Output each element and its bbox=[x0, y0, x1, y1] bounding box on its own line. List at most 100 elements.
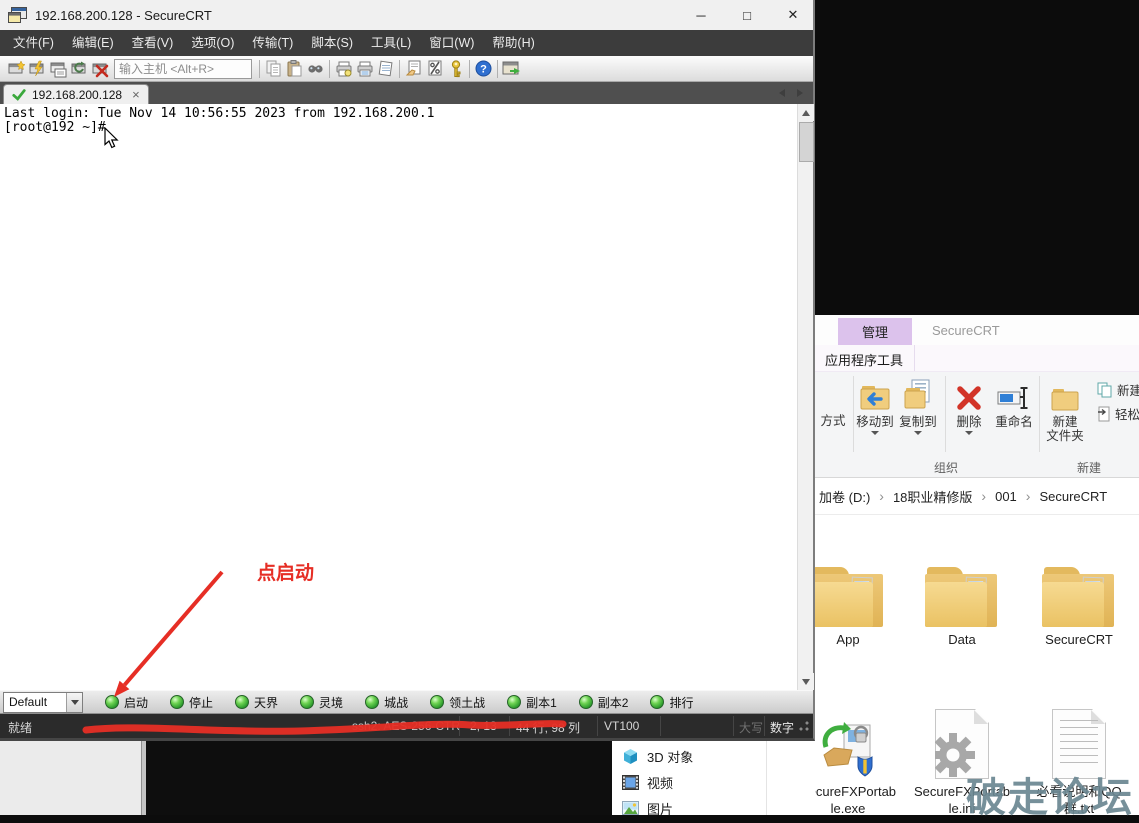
mapped-button-tianjie[interactable]: 天界 bbox=[235, 694, 278, 711]
status-caps-lock: 大写 bbox=[739, 719, 763, 736]
window-title: 192.168.200.128 - SecureCRT bbox=[35, 8, 212, 23]
nav-item-videos[interactable]: 视频 bbox=[622, 771, 673, 793]
copy-to-label: 复制到 bbox=[896, 415, 940, 429]
breadcrumb-item-001[interactable]: 001 bbox=[995, 489, 1017, 504]
ribbon-partial-label: 方式 bbox=[815, 410, 855, 429]
nav-item-pictures[interactable]: 图片 bbox=[622, 797, 673, 819]
scroll-up-button[interactable] bbox=[798, 104, 814, 121]
mapped-button-fuben2[interactable]: 副本2 bbox=[579, 694, 629, 711]
folder-item-securecrt[interactable]: SecureCRT bbox=[1024, 541, 1134, 648]
delete-icon bbox=[955, 384, 983, 412]
menu-transfer[interactable]: 传输(T) bbox=[243, 30, 302, 56]
connect-button[interactable] bbox=[47, 58, 68, 79]
help-button[interactable]: ? bbox=[473, 58, 494, 79]
menu-help[interactable]: 帮助(H) bbox=[483, 30, 543, 56]
easy-access-button[interactable]: 轻松访 bbox=[1097, 404, 1139, 423]
session-manager-button[interactable] bbox=[501, 58, 522, 79]
new-folder-button[interactable]: 新建文件夹 bbox=[1041, 376, 1089, 443]
mapped-button-lingjing[interactable]: 灵境 bbox=[300, 694, 343, 711]
button-bar-profile-select[interactable]: Default bbox=[3, 692, 83, 713]
ribbon-tab-manage[interactable]: 管理 bbox=[838, 318, 912, 345]
maximize-button[interactable]: □ bbox=[724, 0, 770, 30]
application-tools-label: 应用程序工具 bbox=[825, 350, 903, 369]
folder-item-data[interactable]: Data bbox=[907, 541, 1017, 648]
host-input[interactable] bbox=[114, 59, 252, 79]
print-button[interactable] bbox=[375, 58, 396, 79]
breadcrumb-item-securecrt[interactable]: SecureCRT bbox=[1039, 489, 1107, 504]
file-item-exe[interactable]: SecureFXPortable.exe bbox=[815, 693, 903, 815]
move-to-icon bbox=[859, 380, 891, 412]
menu-edit[interactable]: 编辑(E) bbox=[63, 30, 123, 56]
mapped-button-start[interactable]: 启动 bbox=[105, 694, 148, 711]
print-setup-button[interactable] bbox=[333, 58, 354, 79]
script-button[interactable] bbox=[424, 58, 445, 79]
green-orb-icon bbox=[430, 695, 444, 709]
combo-dropdown-button[interactable] bbox=[66, 693, 82, 712]
tab-bar: 192.168.200.128 × bbox=[0, 82, 813, 104]
menu-tools[interactable]: 工具(L) bbox=[362, 30, 420, 56]
mapped-button-paihang[interactable]: 排行 bbox=[650, 694, 693, 711]
breadcrumb[interactable]: 加卷 (D:) › 18职业精修版 › 001 › SecureCRT bbox=[815, 478, 1139, 515]
new-item-button[interactable]: 新建项 bbox=[1097, 380, 1139, 399]
quick-connect-button[interactable] bbox=[26, 58, 47, 79]
tab-close-icon[interactable]: × bbox=[132, 87, 140, 102]
key-button[interactable] bbox=[445, 58, 466, 79]
folder-label: App bbox=[815, 631, 903, 648]
mapped-button-lingtuzhan[interactable]: 领土战 bbox=[430, 694, 485, 711]
ribbon-contextual-header: 应用程序工具 bbox=[815, 345, 1139, 372]
breadcrumb-chevron-icon: › bbox=[1026, 488, 1031, 504]
scrollbar-thumb[interactable] bbox=[799, 122, 814, 162]
disconnect-button[interactable] bbox=[89, 58, 110, 79]
rename-icon bbox=[996, 384, 1032, 412]
status-ready: 就绪 bbox=[8, 719, 32, 736]
breadcrumb-item-folder[interactable]: 18职业精修版 bbox=[893, 487, 972, 506]
move-to-button[interactable]: 移动到 bbox=[853, 376, 897, 435]
minimize-button[interactable]: ─ bbox=[678, 0, 724, 30]
mapped-button-fuben1[interactable]: 副本1 bbox=[507, 694, 557, 711]
green-orb-icon bbox=[235, 695, 249, 709]
copy-to-button[interactable]: 复制到 bbox=[896, 376, 940, 435]
scroll-down-button[interactable] bbox=[798, 673, 814, 690]
nav-pane-divider bbox=[766, 741, 767, 815]
delete-button[interactable]: 删除 bbox=[947, 376, 991, 435]
terminal-scrollbar[interactable] bbox=[797, 104, 813, 690]
toolbar-separator bbox=[399, 60, 400, 78]
menu-window[interactable]: 窗口(W) bbox=[420, 30, 483, 56]
terminal-screen[interactable]: Last login: Tue Nov 14 10:56:55 2023 fro… bbox=[0, 104, 797, 690]
green-orb-icon bbox=[650, 695, 664, 709]
mapped-button-stop[interactable]: 停止 bbox=[170, 694, 213, 711]
chevron-down-icon bbox=[965, 431, 973, 435]
status-separator bbox=[509, 716, 510, 736]
delete-label: 删除 bbox=[947, 415, 991, 429]
tab-scroll-left-icon[interactable] bbox=[779, 89, 785, 97]
menu-view[interactable]: 查看(V) bbox=[123, 30, 183, 56]
mapped-button-chengzhan[interactable]: 城战 bbox=[365, 694, 408, 711]
toolbar-separator bbox=[329, 60, 330, 78]
print-preview-button[interactable] bbox=[354, 58, 375, 79]
copy-button[interactable] bbox=[263, 58, 284, 79]
pictures-icon bbox=[622, 801, 639, 815]
status-separator bbox=[459, 716, 460, 736]
session-tab[interactable]: 192.168.200.128 × bbox=[3, 84, 149, 104]
breadcrumb-item-drive[interactable]: 加卷 (D:) bbox=[819, 487, 870, 506]
menu-options[interactable]: 选项(O) bbox=[182, 30, 243, 56]
green-orb-icon bbox=[300, 695, 314, 709]
resize-grip[interactable] bbox=[798, 720, 810, 732]
rename-button[interactable]: 重命名 bbox=[989, 376, 1039, 429]
new-session-button[interactable] bbox=[5, 58, 26, 79]
close-button[interactable]: ✕ bbox=[770, 0, 816, 30]
folder-item-app[interactable]: App bbox=[815, 541, 903, 648]
nav-item-3d-objects[interactable]: 3D 对象 bbox=[622, 745, 693, 767]
green-orb-icon bbox=[365, 695, 379, 709]
menu-file[interactable]: 文件(F) bbox=[4, 30, 63, 56]
session-options-button[interactable] bbox=[403, 58, 424, 79]
securecrt-window: 192.168.200.128 - SecureCRT ─ □ ✕ 文件(F) … bbox=[0, 0, 815, 741]
desktop-black-area bbox=[815, 0, 1139, 315]
copy-to-icon bbox=[903, 378, 933, 412]
menu-script[interactable]: 脚本(S) bbox=[302, 30, 362, 56]
paste-button[interactable] bbox=[284, 58, 305, 79]
find-button[interactable] bbox=[305, 58, 326, 79]
status-emulation: VT100 bbox=[604, 719, 639, 733]
reconnect-button[interactable] bbox=[68, 58, 89, 79]
tab-scroll-right-icon[interactable] bbox=[797, 89, 803, 97]
